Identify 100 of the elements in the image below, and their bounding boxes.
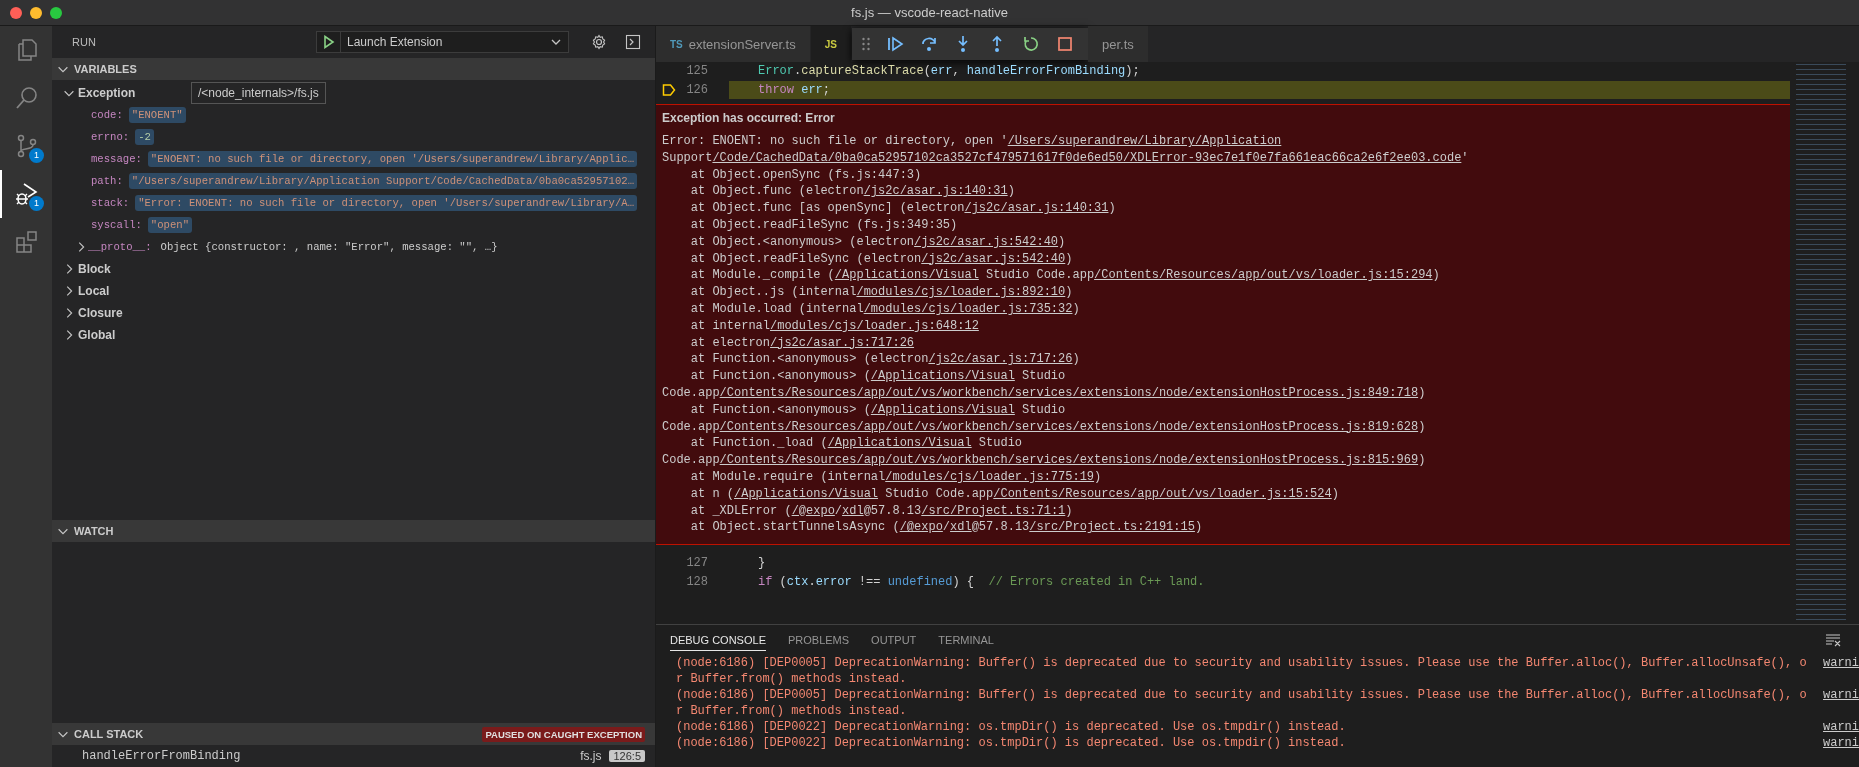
file-link[interactable]: /Applications/Visual: [827, 436, 972, 451]
stack-trace-line: Code.app/Contents/Resources/app/out/vs/workbench/services/extensions/node/extensionHostProcess.js:819:628): [662, 418, 1427, 436]
drag-handle-icon[interactable]: [861, 37, 870, 51]
scope-item[interactable]: Block: [62, 258, 111, 280]
line-number: 125: [685, 64, 708, 79]
maximize-button[interactable]: [50, 6, 62, 19]
stack-trace-line: at Module.require (internal/modules/cjs/loader.js:775:19): [689, 468, 1103, 486]
stack-trace-line: at Function._load (/Applications/Visual Studio: [689, 435, 1024, 453]
source-link[interactable]: warni: [1823, 719, 1859, 735]
file-link[interactable]: /Users/superandrew/Library/Application: [1007, 134, 1282, 148]
variable-name: errno:: [91, 131, 130, 143]
file-link[interactable]: /Contents/Resources/app/out/vs/workbench/services/extensions/node/extensionHostProcess.js:849:718: [719, 385, 1419, 400]
stack-frame-name[interactable]: handleErrorFromBinding: [82, 749, 573, 763]
code-line: if (ctx.error !== undefined) { // Errors created in C++ land.: [757, 573, 1206, 591]
file-link[interactable]: /modules/cjs/loader.js:892:10: [856, 285, 1066, 300]
activity-bar-item[interactable]: 1: [0, 122, 52, 170]
file-link[interactable]: /Contents/Resources/app/out/vs/workbench/services/extensions/node/extensionHostProcess.js:819:628: [719, 419, 1419, 434]
panel-tab[interactable]: PROBLEMS: [787, 629, 850, 651]
file-link[interactable]: /Applications/Visual: [834, 268, 979, 283]
stack-trace-line: at internal/modules/cjs/loader.js:648:12: [689, 317, 980, 335]
line-number: 128: [685, 574, 708, 589]
stack-trace-line: at electron/js2c/asar.js:717:26: [689, 334, 916, 352]
file-link[interactable]: xdl: [950, 520, 972, 535]
panel-tab[interactable]: OUTPUT: [871, 629, 917, 651]
close-button[interactable]: [10, 6, 22, 19]
code-line: }: [757, 555, 767, 573]
file-link[interactable]: /js2c/asar.js:717:26: [770, 335, 915, 350]
stack-trace-line: Code.app/Contents/Resources/app/out/vs/workbench/services/extensions/node/extensionHostProcess.js:849:718): [662, 384, 1427, 402]
stack-trace-line: at Function.<anonymous> (electron/js2c/asar.js:717:26): [689, 351, 1081, 369]
variable-name: stack:: [91, 197, 130, 209]
count-badge: 1: [29, 196, 44, 211]
file-link[interactable]: /Applications/Visual: [870, 369, 1015, 384]
exception-title: Exception has occurred: Error: [662, 111, 836, 125]
section-title: CALL STACK: [74, 728, 145, 740]
scope-item[interactable]: Closure: [62, 302, 123, 324]
file-link[interactable]: /Applications/Visual: [870, 402, 1015, 417]
panel-tab[interactable]: DEBUG CONSOLE: [670, 629, 766, 651]
source-link[interactable]: warni: [1823, 655, 1859, 687]
stack-trace-line: at Object.<anonymous> (electron/js2c/asar.js:542:40): [689, 233, 1067, 251]
scope-item[interactable]: Local: [62, 280, 110, 302]
stop-icon: [1055, 35, 1074, 53]
file-link[interactable]: /js2c/asar.js:542:40: [921, 251, 1066, 266]
stack-frame-position: 126:5: [609, 750, 645, 762]
file-link[interactable]: /modules/cjs/loader.js:735:32: [863, 301, 1073, 316]
file-link[interactable]: /js2c/asar.js:542:40: [914, 234, 1059, 249]
code-line: Error.captureStackTrace(err, handleErrorFromBinding);: [757, 63, 1141, 80]
variable-value: "/Users/superandrew/Library/Application Support/Code/CachedData/0ba0ca52957102…: [128, 173, 638, 189]
search-icon: [14, 85, 40, 111]
line-number: 127: [685, 556, 708, 571]
editor-tab[interactable]: per.ts: [1087, 26, 1149, 62]
file-link[interactable]: /@expo: [791, 503, 835, 518]
console-message: (node:6186) [DEP0022] DeprecationWarning: os.tmpDir() is deprecated. Use os.tmpdir() instead.: [676, 719, 1347, 735]
stack-trace-line: at Object..js (internal/modules/cjs/loader.js:892:10): [689, 284, 1074, 301]
source-link[interactable]: warni: [1823, 735, 1859, 751]
file-link[interactable]: xdl: [842, 503, 864, 518]
console-message: (node:6186) [DEP0022] DeprecationWarning: os.tmpDir() is deprecated. Use os.tmpdir() instead.: [676, 735, 1347, 751]
stack-trace-line: at Object.openSync (fs.js:447:3): [689, 166, 923, 184]
file-link[interactable]: /Contents/Resources/app/out/vs/loader.js:15:524: [993, 486, 1332, 501]
scope-item[interactable]: Exception: [62, 82, 136, 104]
launch-config-select[interactable]: Launch Extension: [341, 32, 568, 52]
settings-icon: [591, 34, 607, 50]
console-message: (node:6186) [DEP0005] DeprecationWarning: Buffer() is deprecated due to security and usability issues. Please use the Buffer.alloc(), Buffer.allocUnsafe(), or Buffer.from() methods instead.: [676, 655, 1807, 687]
clear-console-icon: [1825, 632, 1841, 648]
file-link[interactable]: /Contents/Resources/app/out/vs/loader.js:15:294: [1094, 268, 1433, 283]
variable-value: -2: [135, 129, 154, 145]
file-link[interactable]: /src/Project.ts:71:1: [921, 503, 1066, 518]
stack-trace-line: at Object.func [as openSync] (electron/js2c/asar.js:140:31): [689, 200, 1117, 217]
file-link[interactable]: /modules/cjs/loader.js:648:12: [770, 318, 979, 333]
file-link[interactable]: /Code/CachedData/0ba0ca52957102ca3527cf479571617f0de6ed50/XDLError-93ec7e1f0e7fa661eac66ca2e6f2ee03.code: [712, 150, 1462, 165]
panel-tab[interactable]: TERMINAL: [938, 629, 994, 651]
extensions-icon: [14, 229, 40, 255]
file-link[interactable]: /Contents/Resources/app/out/vs/workbench/services/extensions/node/extensionHostProcess.js:815:969: [719, 453, 1419, 468]
variable-name: message:: [91, 153, 142, 165]
console-message: (node:6186) [DEP0005] DeprecationWarning: Buffer() is deprecated due to security and usability issues. Please use the Buffer.alloc(), Buffer.allocUnsafe(), or Buffer.from() methods instead.: [676, 687, 1807, 719]
file-link[interactable]: /modules/cjs/loader.js:775:19: [885, 469, 1095, 484]
editor-tab[interactable]: JS: [810, 26, 852, 62]
stack-trace-line: at n (/Applications/Visual Studio Code.app/Contents/Resources/app/out/vs/loader.js:15:524): [689, 485, 1340, 503]
file-link[interactable]: /src/Project.ts:2191:15: [1029, 520, 1195, 535]
file-link[interactable]: /js2c/asar.js:717:26: [928, 352, 1073, 367]
variable-value: Object {constructor: , name: "Error", message: "", …}: [159, 240, 499, 255]
scope-item[interactable]: Global: [62, 324, 116, 346]
variable-name: code:: [91, 109, 123, 121]
play-icon: [322, 35, 335, 49]
source-link[interactable]: warni: [1823, 687, 1859, 719]
section-header[interactable]: CALL STACK PAUSED ON CAUGHT EXCEPTION: [52, 723, 655, 745]
step-over-icon: [919, 35, 938, 53]
file-link[interactable]: /@expo: [899, 520, 943, 535]
variable-name: __proto__:: [88, 241, 152, 253]
variable-name: syscall:: [91, 219, 142, 231]
file-link[interactable]: /Applications/Visual: [734, 486, 879, 501]
paused-status-badge: PAUSED ON CAUGHT EXCEPTION: [482, 726, 645, 742]
section-header[interactable]: WATCH: [52, 520, 655, 542]
section-header[interactable]: VARIABLES: [52, 58, 655, 80]
file-link[interactable]: /js2c/asar.js:140:31: [964, 201, 1109, 216]
minimize-button[interactable]: [30, 6, 42, 19]
editor-tab[interactable]: TS extensionServer.ts: [656, 26, 811, 62]
file-link[interactable]: /js2c/asar.js:140:31: [863, 184, 1008, 199]
stack-trace-line: at Object.startTunnelsAsync (/@expo/xdl@57.8.13/src/Project.ts:2191:15): [689, 519, 1204, 537]
stack-trace-line: at Module._compile (/Applications/Visual Studio Code.app/Contents/Resources/app/out/vs/loader.js:15:294): [689, 267, 1441, 285]
variable-value: "open": [147, 217, 192, 233]
